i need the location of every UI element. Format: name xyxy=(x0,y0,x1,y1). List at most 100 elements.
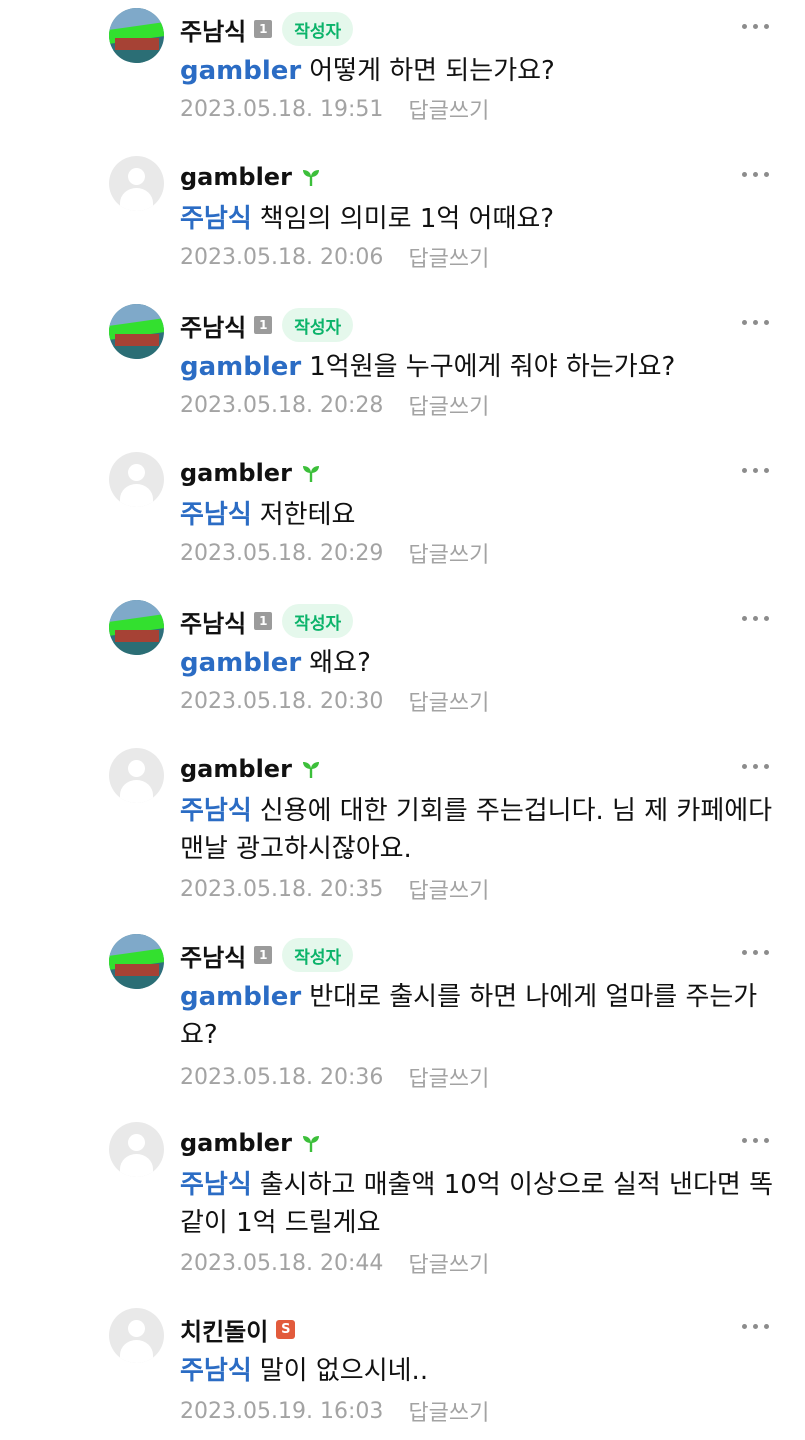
nickname[interactable]: 주남식 xyxy=(180,12,246,47)
nickname[interactable]: 주남식 xyxy=(180,604,246,639)
nickname[interactable]: gambler xyxy=(180,459,292,487)
comment-body: 책임의 의미로 1억 어때요? xyxy=(259,204,555,234)
mention[interactable]: gambler xyxy=(180,982,301,1012)
mention[interactable]: 주남식 xyxy=(180,1356,252,1386)
more-options-icon[interactable] xyxy=(742,168,776,180)
comment-meta: 2023.05.18. 20:29 답글쓰기 xyxy=(180,537,489,569)
comment-body: 신용에 대한 기회를 주는겁니다. 님 제 카페에다 맨날 광고하시잖아요. xyxy=(180,796,773,864)
more-options-icon[interactable] xyxy=(742,946,776,958)
timestamp: 2023.05.18. 20:35 xyxy=(180,876,384,902)
mention[interactable]: gambler xyxy=(180,648,301,678)
comment-text: 주남식 저한테요 xyxy=(180,496,780,534)
nickname[interactable]: 치킨돌이 xyxy=(180,1312,268,1347)
comment-header: gambler xyxy=(180,160,322,194)
comment-text: gambler 반대로 출시를 하면 나에게 얼마를 주는가요? xyxy=(180,978,780,1054)
mention[interactable]: 주남식 xyxy=(180,1170,252,1200)
timestamp: 2023.05.18. 20:06 xyxy=(180,244,384,270)
comment-body: 1억원을 누구에게 줘야 하는가요? xyxy=(309,352,676,382)
comment-meta: 2023.05.18. 20:35 답글쓰기 xyxy=(180,873,489,905)
comment-meta: 2023.05.18. 20:06 답글쓰기 xyxy=(180,241,489,273)
avatar[interactable] xyxy=(109,156,164,211)
nickname[interactable]: gambler xyxy=(180,1129,292,1157)
more-options-icon[interactable] xyxy=(742,1134,776,1146)
comment-feed: 주남식 1 작성자 gambler 어떻게 하면 되는가요? 2023.05.18… xyxy=(0,0,805,1440)
reply-button[interactable]: 답글쓰기 xyxy=(408,93,489,125)
comment-body: 왜요? xyxy=(309,648,371,678)
reply-button[interactable]: 답글쓰기 xyxy=(408,685,489,717)
timestamp: 2023.05.18. 20:30 xyxy=(180,688,384,714)
comment-header: 주남식 1 작성자 xyxy=(180,938,354,973)
more-options-icon[interactable] xyxy=(742,1320,776,1332)
nickname[interactable]: 주남식 xyxy=(180,308,246,343)
level-badge: 1 xyxy=(254,316,273,334)
avatar[interactable] xyxy=(109,452,164,507)
mention[interactable]: 주남식 xyxy=(180,796,252,826)
comment-header: 주남식 1 작성자 xyxy=(180,308,354,343)
avatar[interactable] xyxy=(109,934,164,989)
avatar[interactable] xyxy=(109,304,164,359)
mention[interactable]: 주남식 xyxy=(180,204,252,234)
comment-text: gambler 어떻게 하면 되는가요? xyxy=(180,52,780,90)
reply-button[interactable]: 답글쓰기 xyxy=(408,1395,489,1427)
comment-body: 저한테요 xyxy=(259,500,356,530)
level-badge: 1 xyxy=(254,612,273,630)
comment-header: 주남식 1 작성자 xyxy=(180,12,354,47)
comment-meta: 2023.05.18. 20:28 답글쓰기 xyxy=(180,389,489,421)
comment-body: 어떻게 하면 되는가요? xyxy=(309,56,555,86)
level-badge: 1 xyxy=(254,20,273,38)
comment-meta: 2023.05.19. 16:03 답글쓰기 xyxy=(180,1395,489,1427)
timestamp: 2023.05.18. 20:28 xyxy=(180,392,384,418)
comment-meta: 2023.05.18. 20:30 답글쓰기 xyxy=(180,685,489,717)
writer-badge: 작성자 xyxy=(282,604,354,638)
nickname[interactable]: gambler xyxy=(180,755,292,783)
nickname[interactable]: 주남식 xyxy=(180,938,246,973)
timestamp: 2023.05.18. 20:36 xyxy=(180,1064,384,1090)
comment-text: 주남식 책임의 의미로 1억 어때요? xyxy=(180,200,780,238)
reply-button[interactable]: 답글쓰기 xyxy=(408,389,489,421)
staff-badge: S xyxy=(276,1319,296,1339)
comment-header: gambler xyxy=(180,1126,322,1160)
avatar[interactable] xyxy=(109,748,164,803)
avatar[interactable] xyxy=(109,1308,164,1363)
reply-button[interactable]: 답글쓰기 xyxy=(408,241,489,273)
more-options-icon[interactable] xyxy=(742,20,776,32)
comment-header: gambler xyxy=(180,456,322,490)
more-options-icon[interactable] xyxy=(742,760,776,772)
timestamp: 2023.05.19. 16:03 xyxy=(180,1398,384,1424)
writer-badge: 작성자 xyxy=(282,308,354,342)
comment-text: 주남식 출시하고 매출액 10억 이상으로 실적 낸다면 똑같이 1억 드릴게요 xyxy=(180,1166,780,1242)
comment-body: 출시하고 매출액 10억 이상으로 실적 낸다면 똑같이 1억 드릴게요 xyxy=(180,1170,773,1238)
reply-button[interactable]: 답글쓰기 xyxy=(408,537,489,569)
sprout-icon xyxy=(302,170,319,186)
comment-header: 치킨돌이 S xyxy=(180,1312,296,1347)
comment-text: gambler 왜요? xyxy=(180,644,780,682)
mention[interactable]: 주남식 xyxy=(180,500,252,530)
avatar[interactable] xyxy=(109,8,164,63)
mention[interactable]: gambler xyxy=(180,56,301,86)
more-options-icon[interactable] xyxy=(742,316,776,328)
level-badge: 1 xyxy=(254,946,273,964)
reply-button[interactable]: 답글쓰기 xyxy=(408,1061,489,1093)
comment-text: gambler 1억원을 누구에게 줘야 하는가요? xyxy=(180,348,780,386)
timestamp: 2023.05.18. 20:29 xyxy=(180,540,384,566)
nickname[interactable]: gambler xyxy=(180,163,292,191)
comment-text: 주남식 말이 없으시네.. xyxy=(180,1352,780,1390)
comment-body: 말이 없으시네.. xyxy=(259,1356,429,1386)
comment-meta: 2023.05.18. 19:51 답글쓰기 xyxy=(180,93,489,125)
mention[interactable]: gambler xyxy=(180,352,301,382)
reply-button[interactable]: 답글쓰기 xyxy=(408,1247,489,1279)
comment-meta: 2023.05.18. 20:36 답글쓰기 xyxy=(180,1061,489,1093)
comment-header: 주남식 1 작성자 xyxy=(180,604,354,639)
more-options-icon[interactable] xyxy=(742,464,776,476)
writer-badge: 작성자 xyxy=(282,938,354,972)
reply-button[interactable]: 답글쓰기 xyxy=(408,873,489,905)
sprout-icon xyxy=(302,762,319,778)
comment-header: gambler xyxy=(180,752,322,786)
timestamp: 2023.05.18. 20:44 xyxy=(180,1250,384,1276)
avatar[interactable] xyxy=(109,600,164,655)
avatar[interactable] xyxy=(109,1122,164,1177)
sprout-icon xyxy=(302,1136,319,1152)
comment-meta: 2023.05.18. 20:44 답글쓰기 xyxy=(180,1247,489,1279)
more-options-icon[interactable] xyxy=(742,612,776,624)
comment-text: 주남식 신용에 대한 기회를 주는겁니다. 님 제 카페에다 맨날 광고하시잖아요… xyxy=(180,792,780,868)
